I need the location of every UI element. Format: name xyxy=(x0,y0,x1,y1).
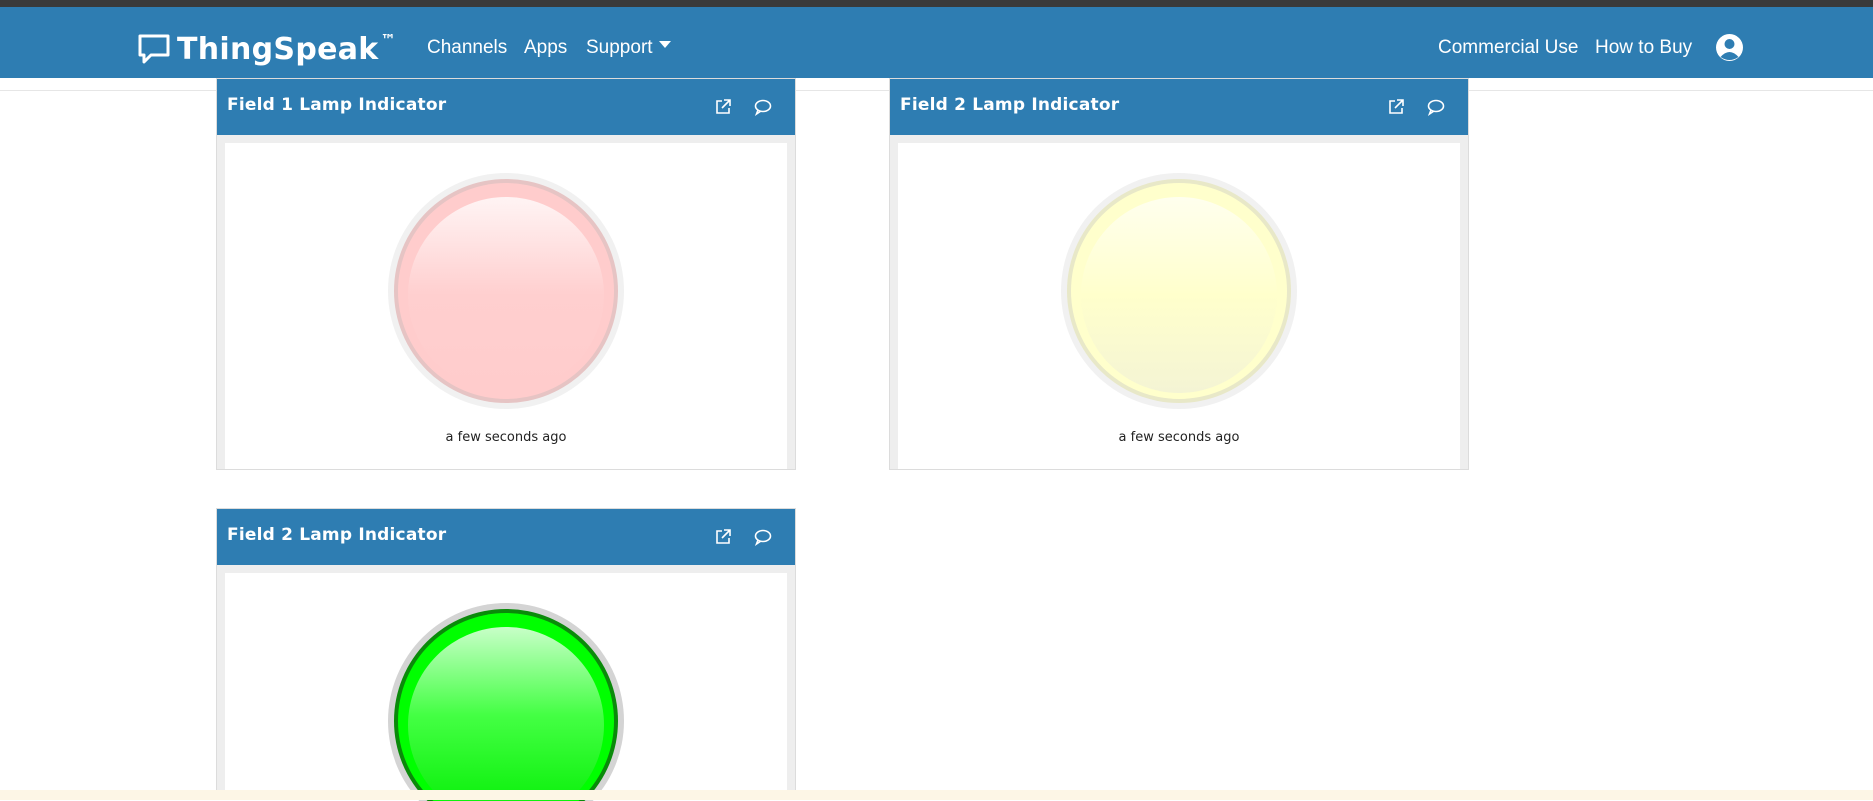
widget-field1-lamp: Field 1 Lamp Indicator a few seconds ago xyxy=(216,78,796,470)
widget-body xyxy=(225,573,787,801)
nav-how-to-buy[interactable]: How to Buy xyxy=(1595,37,1692,59)
external-link-icon[interactable] xyxy=(1387,98,1405,116)
browser-top-strip xyxy=(0,0,1873,7)
comment-icon[interactable] xyxy=(754,528,772,546)
widget-header: Field 2 Lamp Indicator xyxy=(890,79,1468,135)
lamp-timestamp: a few seconds ago xyxy=(1118,430,1240,445)
nav-support-label: Support xyxy=(586,37,653,58)
external-link-icon[interactable] xyxy=(714,528,732,546)
widget-header: Field 1 Lamp Indicator xyxy=(217,79,795,135)
widget-field2-lamp-green: Field 2 Lamp Indicator xyxy=(216,508,796,801)
widget-title: Field 2 Lamp Indicator xyxy=(900,95,1120,115)
navbar: ThingSpeak ™ Channels Apps Support Comme… xyxy=(0,7,1873,78)
bottom-strip xyxy=(0,790,1873,800)
widget-title: Field 2 Lamp Indicator xyxy=(227,525,447,545)
nav-apps[interactable]: Apps xyxy=(524,37,567,59)
comment-icon[interactable] xyxy=(1427,98,1445,116)
widget-body: a few seconds ago xyxy=(225,143,787,469)
widget-header: Field 2 Lamp Indicator xyxy=(217,509,795,565)
brand-trademark: ™ xyxy=(380,31,396,49)
lamp-indicator-red xyxy=(388,173,624,409)
lamp-indicator-green xyxy=(388,603,624,801)
widget-body: a few seconds ago xyxy=(898,143,1460,469)
widget-field2-lamp: Field 2 Lamp Indicator a few seconds ago xyxy=(889,78,1469,470)
nav-support-dropdown[interactable]: Support xyxy=(586,37,671,59)
comment-icon[interactable] xyxy=(754,98,772,116)
widget-title: Field 1 Lamp Indicator xyxy=(227,95,447,115)
lamp-timestamp: a few seconds ago xyxy=(445,430,567,445)
nav-channels[interactable]: Channels xyxy=(427,37,507,59)
external-link-icon[interactable] xyxy=(714,98,732,116)
lamp-indicator-yellow xyxy=(1061,173,1297,409)
chat-bubble-icon xyxy=(138,34,170,64)
user-avatar-icon[interactable] xyxy=(1715,33,1744,62)
caret-down-icon xyxy=(658,41,671,49)
brand-logo[interactable]: ThingSpeak ™ xyxy=(137,29,396,69)
brand-name: ThingSpeak xyxy=(177,31,379,67)
nav-commercial-use[interactable]: Commercial Use xyxy=(1438,37,1578,59)
